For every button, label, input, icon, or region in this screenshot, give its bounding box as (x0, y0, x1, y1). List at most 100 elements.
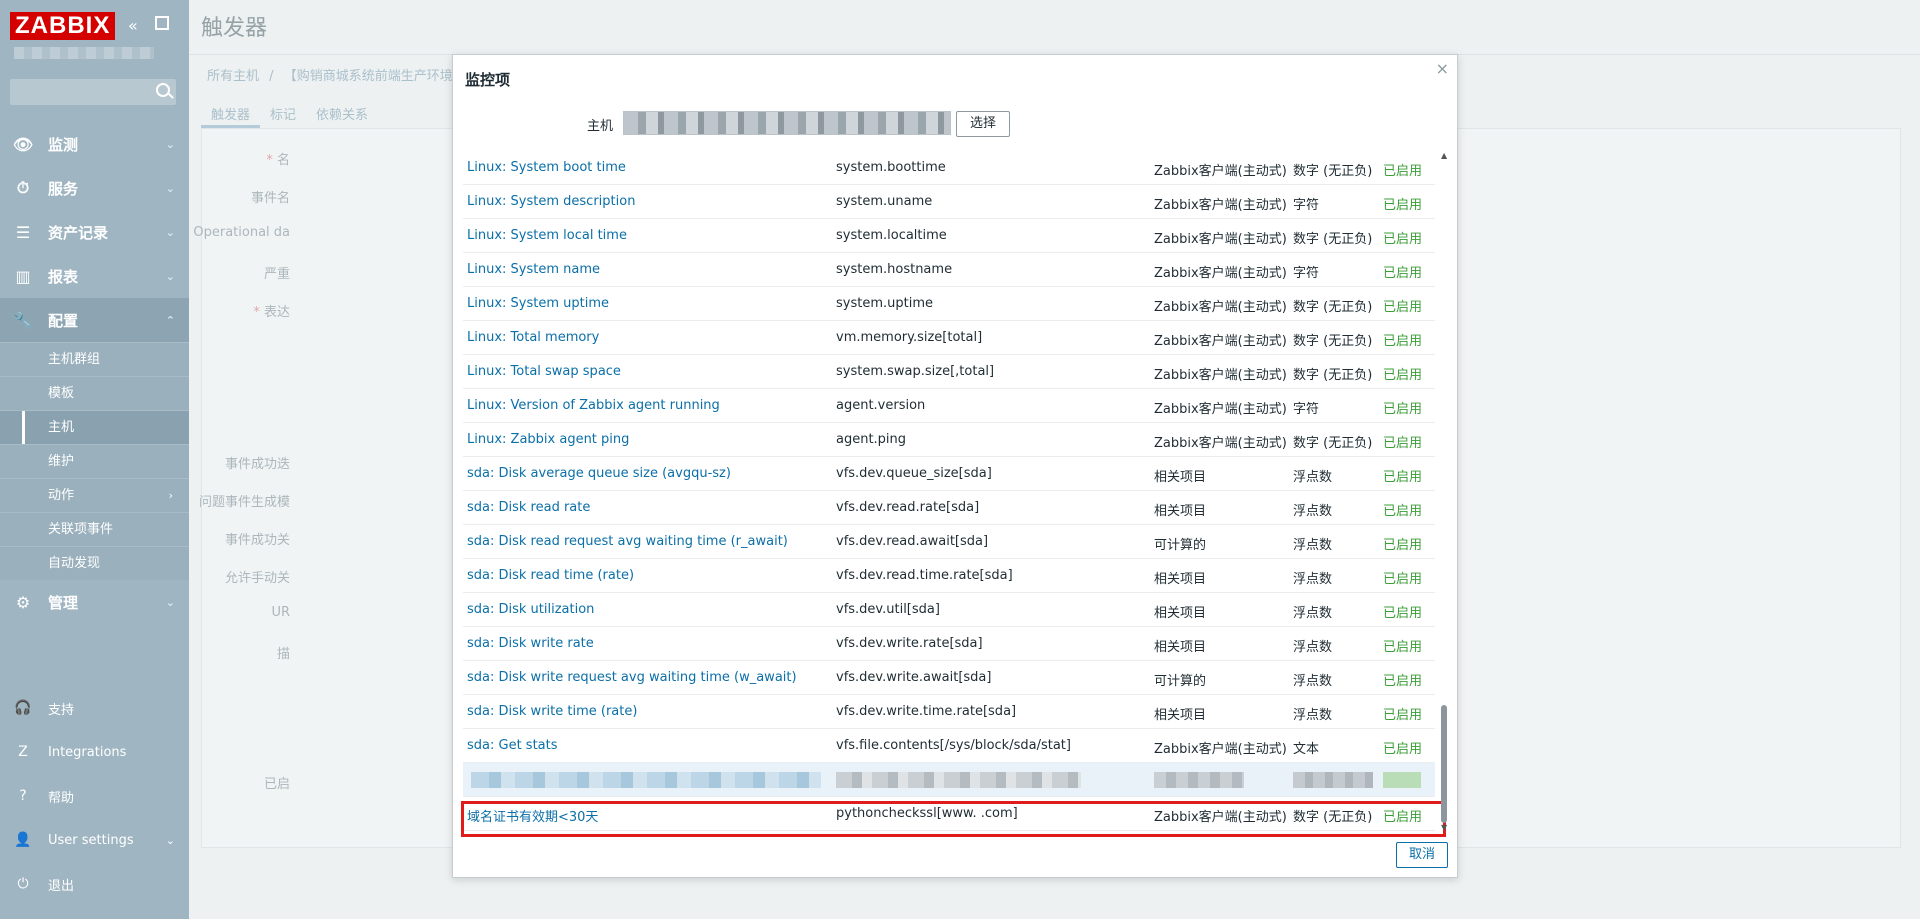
cancel-button[interactable]: 取消 (1396, 842, 1448, 868)
menu-item-label: User settings (48, 832, 134, 848)
submenu-item-actions[interactable]: 动作 › (0, 478, 189, 512)
chevron-down-icon: ⌄ (165, 137, 175, 151)
sidebar-search-input[interactable] (10, 79, 176, 105)
item-name-link[interactable]: Linux: System uptime (467, 296, 609, 311)
menu-item-monitoring[interactable]: 👁 监测 ⌄ (0, 122, 189, 166)
item-name-link[interactable]: sda: Disk write request avg waiting time… (467, 670, 797, 685)
menu-item-user-settings[interactable]: 👤 User settings ⌄ (0, 818, 189, 862)
item-value-type: 文本 (1293, 742, 1320, 757)
item-status: 已启用 (1383, 334, 1423, 349)
item-value-type: 浮点数 (1293, 640, 1333, 655)
select-host-button[interactable]: 选择 (956, 111, 1010, 137)
item-name-link[interactable]: sda: Disk write time (rate) (467, 704, 637, 719)
item-type: Zabbix客户端(主动式) (1154, 334, 1287, 349)
menu-item-label: 支持 (48, 702, 75, 718)
item-name-link[interactable]: Linux: System description (467, 194, 635, 209)
item-value-type: 数字 (无正负) (1293, 334, 1373, 349)
table-row[interactable]: Linux: System name system.hostname Zabbix客… (463, 253, 1435, 287)
search-icon[interactable] (156, 83, 170, 97)
table-row[interactable]: Linux: Total swap space system.swap.size[… (463, 355, 1435, 389)
item-status: 已启用 (1383, 164, 1423, 179)
table-row[interactable]: sda: Disk read request avg waiting time … (463, 525, 1435, 559)
item-name-link[interactable]: Linux: Zabbix agent ping (467, 432, 629, 447)
item-type: 相关项目 (1154, 504, 1207, 519)
table-row[interactable]: Linux: System description system.uname Zab… (463, 185, 1435, 219)
table-row[interactable]: Linux: Version of Zabbix agent running ag… (463, 389, 1435, 423)
item-type: 相关项目 (1154, 640, 1207, 655)
item-key: vfs.dev.read.await[sda] (836, 534, 989, 549)
scroll-down-arrow-icon[interactable]: ▼ (1441, 823, 1447, 832)
table-row[interactable]: sda: Disk average queue size (avgqu-sz) v… (463, 457, 1435, 491)
item-key: vfs.dev.write.time.rate[sda] (836, 704, 1017, 719)
table-row[interactable]: Linux: System uptime system.uptime Zabbix客… (463, 287, 1435, 321)
host-multiselect-input[interactable] (623, 111, 951, 135)
table-row[interactable]: sda: Disk write time (rate) vfs.dev.write… (463, 695, 1435, 729)
item-name-link[interactable]: Linux: System name (467, 262, 600, 277)
table-row[interactable]: sda: Disk write request avg waiting time… (463, 661, 1435, 695)
chevron-down-icon: ⌄ (165, 595, 175, 609)
item-name-link[interactable]: sda: Get stats (467, 738, 558, 753)
clock-icon: ⏱ (16, 178, 30, 197)
item-key: system.swap.size[,total] (836, 364, 995, 379)
zabbix-logo[interactable]: ZABBIX (10, 12, 116, 40)
submenu-item-host-groups[interactable]: 主机群组 (0, 342, 189, 376)
menu-item-sign-out[interactable]: ⏻ 退出 (0, 862, 189, 906)
items-popup-dialog: 监控项 × 主机 选择 Linux: System boot time syste… (452, 54, 1458, 878)
item-status: 已启用 (1383, 402, 1423, 417)
menu-item-label: 帮助 (48, 790, 75, 806)
table-row[interactable]: sda: Disk write rate vfs.dev.write.rate[s… (463, 627, 1435, 661)
menu-item-services[interactable]: ⏱ 服务 ⌄ (0, 166, 189, 210)
menu-item-inventory[interactable]: ☰ 资产记录 ⌄ (0, 210, 189, 254)
menu-item-administration[interactable]: ⚙ 管理 ⌄ (0, 580, 189, 624)
item-key: system.uptime (836, 296, 933, 311)
menu-item-support[interactable]: 🎧 支持 (0, 686, 189, 730)
item-name-link[interactable]: sda: Disk average queue size (avgqu-sz) (467, 466, 731, 481)
item-key: vfs.dev.write.rate[sda] (836, 636, 983, 651)
table-row[interactable]: sda: Disk read time (rate) vfs.dev.read.t… (463, 559, 1435, 593)
item-name-link[interactable]: sda: Disk read time (rate) (467, 568, 634, 583)
kiosk-mode-icon[interactable] (155, 16, 169, 30)
item-name-link[interactable]: sda: Disk utilization (467, 602, 594, 617)
configuration-submenu: 主机群组 模板 主机 维护 动作 › 关联项事件 自动发现 (0, 342, 189, 580)
item-name-link[interactable]: Linux: Total memory (467, 330, 599, 345)
item-value-type: 数字 (无正负) (1293, 164, 1373, 179)
chart-icon: ▥ (15, 266, 31, 286)
item-key: vfs.dev.queue_size[sda] (836, 466, 992, 481)
submenu-item-event-correlation[interactable]: 关联项事件 (0, 512, 189, 546)
menu-item-help[interactable]: ? 帮助 (0, 774, 189, 818)
submenu-item-maintenance[interactable]: 维护 (0, 444, 189, 478)
submenu-item-hosts[interactable]: 主机 (0, 410, 189, 445)
item-status: 已启用 (1383, 266, 1423, 281)
item-key: vfs.dev.read.rate[sda] (836, 500, 980, 515)
menu-item-reports[interactable]: ▥ 报表 ⌄ (0, 254, 189, 298)
item-name-link[interactable]: Linux: Version of Zabbix agent running (467, 398, 720, 413)
scrollbar-thumb[interactable] (1441, 705, 1447, 823)
item-type: Zabbix客户端(主动式) (1154, 232, 1287, 247)
item-name-link[interactable]: Linux: System boot time (467, 160, 626, 175)
collapse-sidebar-icon[interactable]: « (128, 16, 138, 35)
item-name-link[interactable]: Linux: System local time (467, 228, 627, 243)
item-status: 已启用 (1383, 538, 1423, 553)
table-row[interactable]: Linux: Total memory vm.memory.size[total]… (463, 321, 1435, 355)
menu-item-integrations[interactable]: Z Integrations (0, 730, 189, 774)
close-icon[interactable]: × (1436, 59, 1449, 78)
menu-item-configuration[interactable]: 🔧 配置 ⌃ (0, 298, 189, 342)
table-row[interactable]: Linux: System local time system.localtime… (463, 219, 1435, 253)
item-name-link[interactable]: sda: Disk read rate (467, 500, 590, 515)
table-row[interactable]: Linux: System boot time system.boottime Za… (463, 151, 1435, 185)
table-row[interactable]: sda: Disk utilization vfs.dev.util[sda] 相关… (463, 593, 1435, 627)
submenu-item-templates[interactable]: 模板 (0, 376, 189, 410)
submenu-item-discovery[interactable]: 自动发现 (0, 546, 189, 580)
item-name-link[interactable]: Linux: Total swap space (467, 364, 621, 379)
table-row[interactable]: sda: Get stats vfs.file.contents[/sys/blo… (463, 729, 1435, 763)
zabbix-z-icon: Z (18, 744, 28, 760)
item-name-link[interactable]: sda: Disk write rate (467, 636, 594, 651)
item-name-link[interactable]: sda: Disk read request avg waiting time … (467, 534, 788, 549)
table-row[interactable]: Linux: Zabbix agent ping agent.ping Zabbix… (463, 423, 1435, 457)
table-row-redacted[interactable] (463, 763, 1435, 797)
table-row[interactable]: sda: Disk read rate vfs.dev.read.rate[sda… (463, 491, 1435, 525)
redacted-cell (1383, 772, 1421, 788)
table-scrollbar[interactable] (1441, 153, 1447, 833)
item-status: 已启用 (1383, 708, 1423, 723)
items-table: Linux: System boot time system.boottime Za… (463, 151, 1435, 831)
